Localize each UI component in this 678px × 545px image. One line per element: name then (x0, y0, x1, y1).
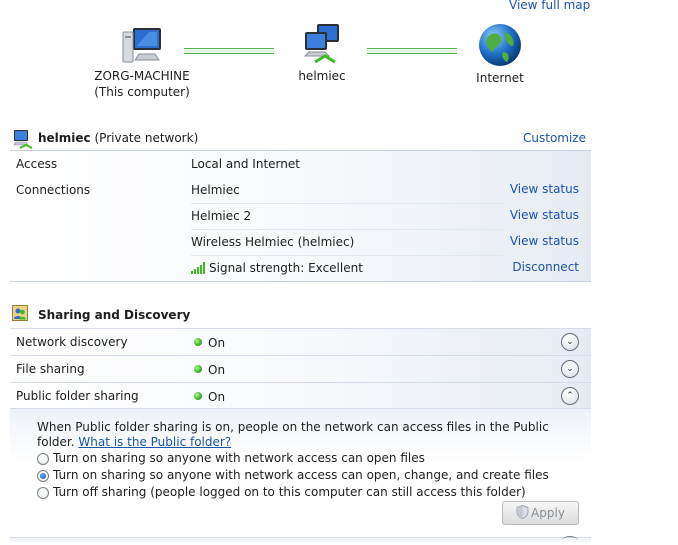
link-text-part: the Public folder? (127, 435, 232, 449)
network-icon (13, 130, 33, 149)
next-row-edge (10, 537, 591, 542)
view-status-link[interactable]: View status (510, 182, 579, 196)
network-name: helmiec (38, 131, 91, 145)
divider (191, 255, 503, 256)
access-value: Local and Internet (191, 157, 300, 171)
chevron-down-icon[interactable]: ⌄ (561, 360, 579, 378)
chevron-up-icon[interactable]: ⌃ (561, 387, 579, 405)
radio-open-files[interactable] (37, 453, 49, 465)
divider (191, 203, 503, 204)
status-on-icon (194, 365, 202, 373)
map-node-name: helmiec (298, 69, 346, 83)
customize-link[interactable]: Customize (523, 131, 586, 145)
connection-line (367, 48, 457, 54)
radio-turn-off-sharing[interactable] (37, 487, 49, 499)
divider (191, 229, 503, 230)
network-type: (Private network) (94, 131, 199, 145)
map-node-this-computer[interactable]: ZORG-MACHINE (This computer) (82, 22, 202, 100)
network-icon (303, 24, 339, 64)
sharing-title: Sharing and Discovery (38, 308, 191, 322)
map-node-name: ZORG-MACHINE (94, 69, 190, 83)
row-label: Public folder sharing (16, 389, 139, 403)
shield-icon (516, 504, 529, 520)
map-node-name: Internet (476, 71, 524, 85)
globe-icon (479, 24, 521, 66)
signal-strength-value: Excellent (308, 261, 363, 275)
connection-name: Helmiec (191, 183, 240, 197)
option-label: Turn on sharing so anyone with network a… (53, 451, 425, 465)
radio-open-change-create[interactable] (37, 470, 49, 482)
apply-button[interactable]: Apply (502, 501, 579, 525)
network-discovery-row[interactable]: Network discovery On ⌄ (10, 328, 591, 355)
link-text-part: What is (78, 435, 124, 449)
access-label: Access (16, 157, 58, 171)
map-node-internet[interactable]: Internet (468, 22, 532, 86)
what-is-public-folder-link[interactable]: What is the Public folder? (78, 435, 231, 449)
view-status-link[interactable]: View status (510, 234, 579, 248)
signal-strength-icon (191, 262, 205, 274)
option-label: Turn on sharing so anyone with network a… (53, 468, 549, 482)
public-folder-sharing-row[interactable]: Public folder sharing On ⌃ (10, 382, 591, 409)
map-node-network[interactable]: helmiec (280, 22, 364, 84)
option-label: Turn off sharing (people logged on to th… (53, 485, 526, 499)
computer-icon (122, 28, 161, 63)
disconnect-link[interactable]: Disconnect (512, 260, 579, 274)
status-on-icon (194, 338, 202, 346)
row-value: On (208, 390, 226, 404)
apply-label: Apply (531, 506, 565, 520)
row-label: File sharing (16, 362, 85, 376)
view-status-link[interactable]: View status (510, 208, 579, 222)
network-details: Access Local and Internet Connections He… (10, 150, 591, 282)
chevron-down-icon[interactable]: ⌄ (561, 333, 579, 351)
status-on-icon (194, 392, 202, 400)
row-label: Network discovery (16, 335, 128, 349)
sharing-header: Sharing and Discovery (12, 304, 591, 328)
connection-name: Wireless Helmiec (helmiec) (191, 235, 355, 249)
row-value: On (208, 336, 226, 350)
sharing-icon (12, 305, 28, 321)
connection-name: Helmiec 2 (191, 209, 252, 223)
view-full-map-link[interactable]: View full map (509, 0, 590, 12)
file-sharing-row[interactable]: File sharing On ⌄ (10, 355, 591, 382)
map-node-subtitle: (This computer) (94, 85, 190, 99)
signal-strength-label: Signal strength: (209, 261, 305, 275)
network-header: helmiec (Private network) Customize (12, 128, 591, 150)
row-value: On (208, 363, 226, 377)
connection-line (184, 48, 274, 54)
connections-label: Connections (16, 183, 91, 197)
